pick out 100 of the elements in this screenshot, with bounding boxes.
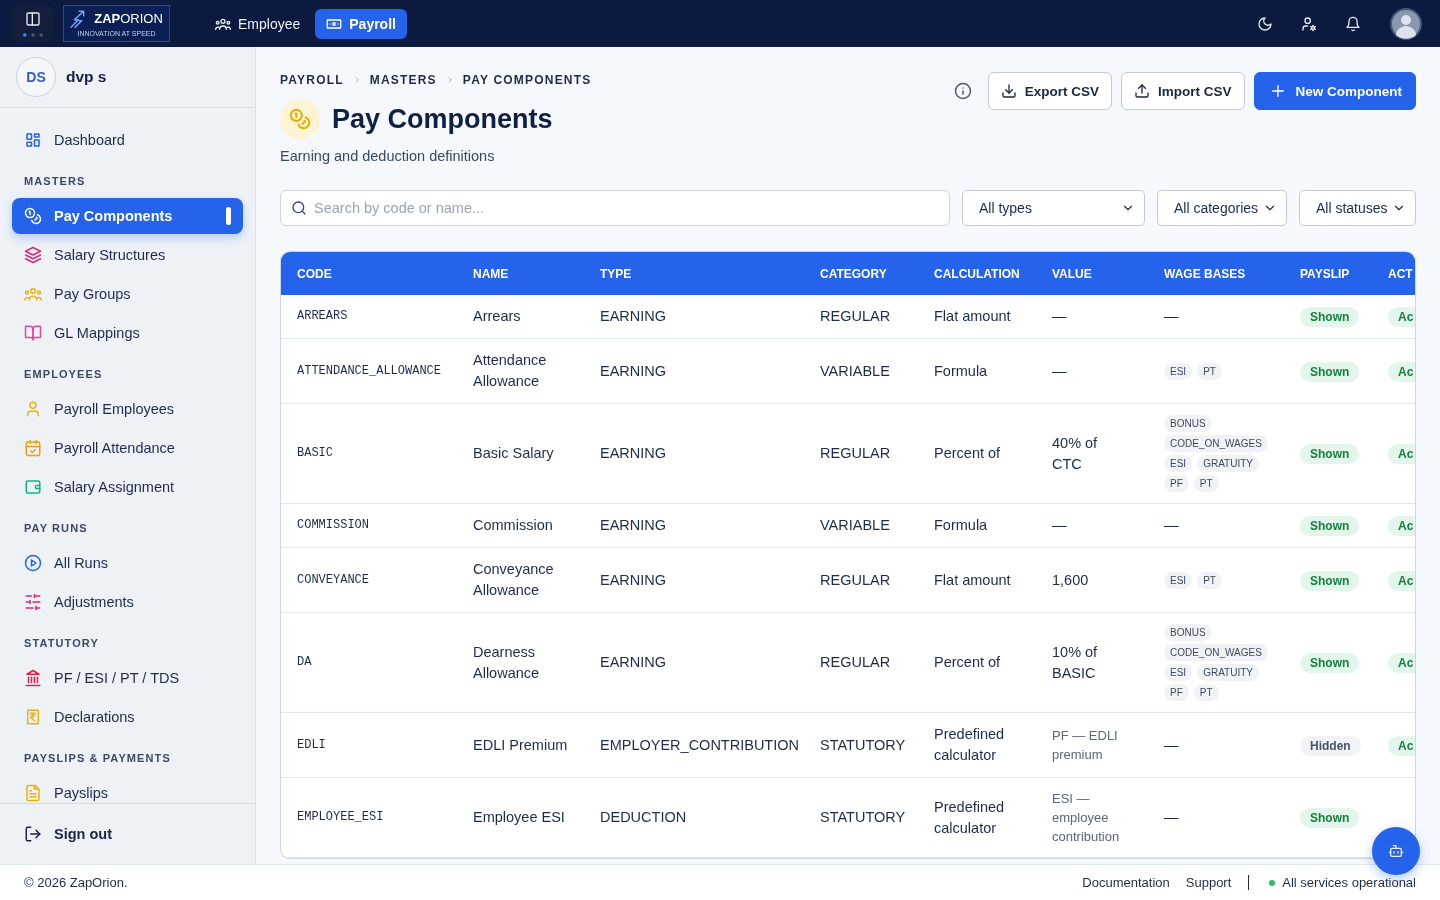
category-cell: STATUTORY [804, 712, 918, 778]
sidebar-item[interactable]: PF / ESI / PT / TDS [12, 660, 243, 696]
sign-out-link[interactable]: Sign out [12, 816, 243, 852]
sliders-icon [24, 593, 42, 611]
footer-link[interactable]: Support [1185, 875, 1232, 890]
import-button[interactable]: Import CSV [1121, 72, 1245, 110]
sidebar-item[interactable]: Salary Structures [12, 237, 243, 273]
status-badge: Ac [1388, 444, 1415, 464]
page-dots-icon [23, 32, 43, 37]
value-cell: PF — EDLI premium [1036, 712, 1148, 778]
search-field[interactable]: Search by code or name... [280, 190, 950, 226]
type-select[interactable]: All types [962, 190, 1145, 226]
logo-wordmark: ZAPORION [94, 11, 163, 26]
type-cell: EARNING [584, 295, 804, 339]
calculation-cell: Flat amount [918, 547, 1036, 613]
user-settings-icon[interactable] [1301, 15, 1317, 32]
category-cell: REGULAR [804, 295, 918, 339]
page-subtitle: Earning and deduction definitions [280, 148, 496, 165]
sidebar-item[interactable]: Pay Components [12, 198, 243, 234]
sidebar-item[interactable]: GL Mappings [12, 315, 243, 351]
breadcrumb-item[interactable]: PAYROLL [280, 73, 344, 87]
calculation-cell: Predefined calculator [918, 712, 1036, 778]
status-select[interactable]: All statuses [1299, 190, 1416, 226]
payslip-badge: Shown [1300, 808, 1360, 828]
calculation-cell: Formula [918, 338, 1036, 404]
wage-bases-cell: — [1148, 503, 1284, 548]
section-title: STATUTORY [23, 636, 100, 651]
wage-base-tag: PF [1164, 475, 1189, 492]
code-cell: DA [281, 612, 457, 713]
payslip-badge: Shown [1300, 516, 1360, 536]
bell-icon[interactable] [1345, 15, 1361, 32]
value-cell: 1,600 [1036, 547, 1148, 613]
type-cell: EMPLOYER_CONTRIBUTION [584, 712, 804, 778]
category-cell: REGULAR [804, 403, 918, 504]
moon-icon[interactable] [1257, 15, 1273, 32]
wage-base-tag: PT [1197, 571, 1222, 589]
type-cell: EARNING [584, 503, 804, 548]
wage-base-tag: PT [1193, 684, 1219, 701]
name-cell: Dearness Allowance [457, 612, 584, 713]
name-cell: Conveyance Allowance [457, 547, 584, 613]
document-icon [24, 784, 42, 802]
calculation-cell: Flat amount [918, 295, 1036, 339]
wage-base-tag: GRATUITY [1197, 455, 1259, 472]
value-cell: — [1036, 295, 1148, 339]
grid-icon [24, 131, 42, 149]
column-header: TYPE [584, 252, 804, 295]
wage-base-tag: BONUS [1164, 415, 1212, 432]
calculation-cell: Formula [918, 503, 1036, 548]
value-cell: — [1036, 338, 1148, 404]
initials-avatar[interactable]: DS [16, 57, 56, 97]
column-header: ACT [1374, 252, 1415, 295]
column-header: VALUE [1036, 252, 1148, 295]
sidebar-item[interactable]: All Runs [12, 545, 243, 581]
download-icon [1000, 83, 1017, 99]
wage-base-tag: BONUS [1164, 624, 1212, 641]
plus-icon [1269, 83, 1286, 99]
breadcrumb-item[interactable]: MASTERS [369, 73, 437, 87]
name-cell: Attendance Allowance [457, 338, 584, 404]
name-cell: Commission [457, 503, 584, 548]
category-cell: REGULAR [804, 547, 918, 613]
people-icon [24, 285, 42, 303]
wage-base-tag: CODE_ON_WAGES [1164, 644, 1268, 661]
sidebar-toggle-button[interactable] [12, 5, 54, 42]
status-badge: Ac [1388, 653, 1415, 673]
type-cell: EARNING [584, 612, 804, 713]
export-button[interactable]: Export CSV [987, 72, 1112, 110]
value-cell: 10% of BASIC [1036, 612, 1148, 713]
copyright-text: © 2026 ZapOrion. [24, 875, 128, 890]
status-badge: Ac [1388, 516, 1415, 536]
sidebar-item[interactable]: Pay Groups [12, 276, 243, 312]
payslip-badge: Shown [1300, 444, 1360, 464]
name-cell: Arrears [457, 295, 584, 339]
calendar-check-icon [24, 439, 42, 457]
new-component-button[interactable]: New Component [1253, 72, 1416, 110]
coins-icon [24, 207, 42, 225]
sidebar-item[interactable]: Payroll Employees [12, 391, 243, 427]
column-header: CODE [281, 252, 457, 295]
rupee-document-icon [24, 708, 42, 726]
active-indicator [226, 207, 231, 225]
sidebar-item[interactable]: Dashboard [12, 122, 243, 158]
sidebar-item[interactable]: Salary Assignment [12, 469, 243, 505]
name-cell: Basic Salary [457, 403, 584, 504]
search-icon [291, 200, 307, 216]
sidebar-item[interactable]: Adjustments [12, 584, 243, 620]
sidebar-item[interactable]: Payslips [12, 775, 243, 803]
section-title: PAYSLIPS & PAYMENTS [23, 751, 172, 766]
sidebar-item[interactable]: Payroll Attendance [12, 430, 243, 466]
footer-link[interactable]: Documentation [1082, 875, 1170, 890]
user-avatar[interactable] [1390, 7, 1422, 40]
wage-base-tag: ESI [1164, 455, 1193, 472]
nav-tab[interactable]: Payroll [315, 8, 407, 39]
payslip-badge: Shown [1300, 307, 1360, 327]
status-badge: Ac [1388, 307, 1415, 327]
status-badge: Ac [1388, 735, 1415, 756]
person-icon [24, 400, 42, 418]
category-select[interactable]: All categories [1157, 190, 1287, 226]
nav-tab[interactable]: Employee [203, 8, 313, 39]
info-icon[interactable] [953, 82, 972, 100]
section-title: EMPLOYEES [23, 367, 104, 382]
sidebar-item[interactable]: Declarations [12, 699, 243, 735]
